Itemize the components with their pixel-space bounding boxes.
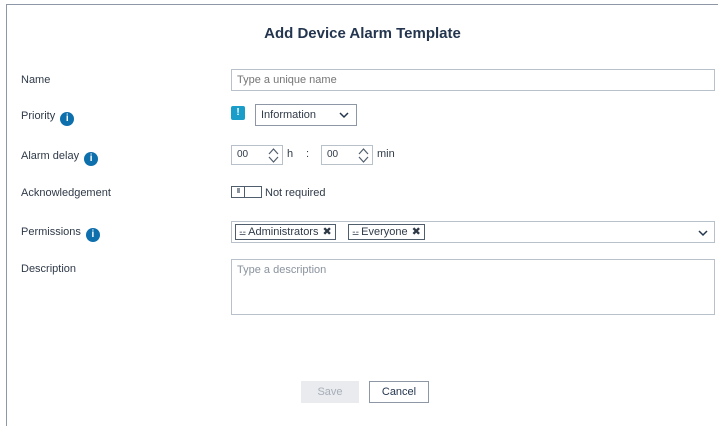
permissions-label: Permissions i	[21, 226, 100, 242]
description-label: Description	[21, 263, 77, 275]
time-separator: :	[306, 148, 310, 160]
hours-stepper[interactable]: 00	[231, 145, 283, 165]
remove-tag-icon[interactable]: ✖	[412, 226, 421, 238]
chevron-down-icon	[339, 105, 349, 132]
acknowledgement-label: Acknowledgement	[21, 187, 111, 199]
info-icon[interactable]: i	[84, 152, 99, 166]
cancel-button[interactable]: Cancel	[369, 381, 429, 403]
permission-tag: ⚍ Administrators ✖	[235, 224, 336, 240]
hours-value: 00	[237, 149, 249, 160]
priority-label-text: Priority	[21, 110, 56, 122]
hours-unit: h	[287, 148, 294, 160]
permission-tag: ⚍ Everyone ✖	[348, 224, 425, 240]
add-device-alarm-template-dialog: Add Device Alarm Template Name Priority i…	[6, 4, 718, 426]
priority-label: Priority i	[21, 110, 75, 126]
permissions-label-text: Permissions	[21, 226, 81, 238]
alarm-delay-label: Alarm delay i	[21, 150, 99, 166]
dialog-title: Add Device Alarm Template	[264, 25, 461, 42]
chevron-down-icon[interactable]	[698, 222, 708, 245]
save-button[interactable]: Save	[301, 381, 359, 403]
information-severity-icon: !	[231, 106, 245, 120]
priority-selected-value: Information	[261, 109, 317, 121]
info-icon[interactable]: i	[85, 228, 100, 242]
alarm-delay-label-text: Alarm delay	[21, 150, 80, 162]
name-input[interactable]	[231, 69, 715, 91]
user-group-icon: ⚍	[352, 228, 360, 237]
permissions-multiselect[interactable]: ⚍ Administrators ✖ ⚍ Everyone ✖	[231, 221, 715, 243]
minutes-unit: min	[377, 148, 395, 160]
toggle-knob: III	[232, 187, 245, 197]
stepper-arrows-icon[interactable]	[357, 146, 370, 164]
minutes-stepper[interactable]: 00	[321, 145, 373, 165]
name-label: Name	[21, 74, 51, 86]
acknowledgement-state: Not required	[265, 187, 326, 199]
remove-tag-icon[interactable]: ✖	[322, 226, 331, 238]
acknowledgement-toggle[interactable]: III	[231, 186, 262, 198]
minutes-value: 00	[327, 149, 339, 160]
description-textarea[interactable]: Type a description	[231, 259, 715, 315]
user-group-icon: ⚍	[239, 228, 247, 237]
priority-select[interactable]: Information	[255, 104, 357, 126]
info-icon[interactable]: i	[60, 112, 75, 126]
permission-tag-label: Everyone	[361, 226, 408, 238]
permission-tag-label: Administrators	[248, 226, 319, 238]
stepper-arrows-icon[interactable]	[267, 146, 280, 164]
